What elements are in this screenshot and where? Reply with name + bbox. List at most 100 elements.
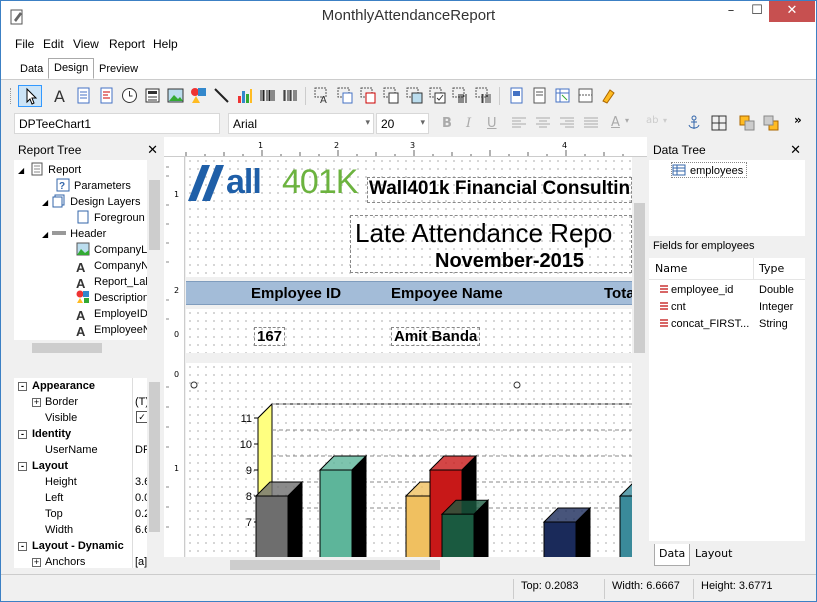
menu-report[interactable]: Report [109, 37, 145, 51]
expand-icon[interactable]: ◢ [42, 230, 48, 239]
tab-data[interactable]: Data [14, 59, 49, 80]
tree-item-parameters[interactable]: ? Parameters [56, 178, 131, 194]
subreport-icon[interactable] [508, 87, 525, 104]
align-center-icon[interactable] [536, 117, 550, 129]
prop-anchors[interactable]: + Anchors [32, 554, 85, 570]
scroll-thumb[interactable] [149, 382, 160, 532]
align-justify-icon[interactable] [584, 117, 598, 129]
font-color-icon[interactable]: A [611, 115, 620, 130]
col-header-employee-name[interactable]: Empoyee Name [391, 285, 503, 302]
chart-tool-icon[interactable] [236, 87, 253, 104]
grid-icon[interactable] [711, 115, 727, 131]
tree-item-description[interactable]: Description [76, 290, 149, 306]
richtext-tool-icon[interactable] [98, 87, 115, 104]
band-barcode2d-icon[interactable] [475, 87, 492, 104]
col-header-employee-id[interactable]: Employee ID [251, 285, 341, 302]
tree-item-companylogo[interactable]: CompanyLo [76, 242, 153, 258]
band-richtext-icon[interactable] [360, 87, 377, 104]
collapse-icon[interactable]: - [18, 430, 27, 439]
company-name-label[interactable]: Wall401k Financial Consultin [367, 177, 632, 203]
chevron-down-icon[interactable]: ▾ [663, 116, 667, 125]
report-title-box[interactable]: Late Attendance Repo November-2015 [350, 215, 632, 273]
prop-vscrollbar[interactable] [147, 378, 162, 568]
component-name-field[interactable]: DPTeeChart1 [14, 113, 220, 134]
col-type-header[interactable]: Type [759, 262, 784, 275]
chevron-down-icon[interactable]: ▾ [625, 116, 629, 125]
expand-icon[interactable]: ◢ [42, 198, 48, 207]
bold-icon[interactable]: B [442, 116, 452, 131]
design-vscrollbar[interactable] [632, 157, 647, 557]
shape-tool-icon[interactable] [190, 87, 207, 104]
image-tool-icon[interactable] [167, 87, 184, 104]
design-surface[interactable]: all 401K Wall401k Financial Consultin La… [186, 157, 632, 557]
column-header-band[interactable]: Employee ID Empoyee Name Tota [186, 281, 632, 305]
clock-tool-icon[interactable] [121, 87, 138, 104]
collapse-icon[interactable]: - [18, 462, 27, 471]
font-size-select[interactable]: 20 ▾ [376, 113, 429, 134]
send-back-icon[interactable] [763, 115, 779, 131]
scroll-thumb[interactable] [32, 343, 102, 353]
field-employee-id[interactable]: employee_id [659, 282, 733, 298]
attendance-chart[interactable]: 11 10 9 8 7 [186, 363, 632, 557]
collapse-icon[interactable]: - [18, 382, 27, 391]
barcode-tool-icon[interactable] [259, 87, 276, 104]
font-name-select[interactable]: Arial ▾ [228, 113, 374, 134]
page-icon[interactable] [531, 87, 548, 104]
prop-category-identity[interactable]: - Identity [18, 426, 71, 442]
minimize-button[interactable]: – [717, 1, 745, 22]
barcode2d-tool-icon[interactable] [282, 87, 299, 104]
band-check-icon[interactable] [429, 87, 446, 104]
tree-vscrollbar[interactable] [147, 160, 162, 340]
tree-item-report-label[interactable]: A Report_Lab [76, 274, 152, 291]
company-logo[interactable]: all 401K [186, 161, 366, 205]
band-barcode-icon[interactable] [452, 87, 469, 104]
scroll-thumb[interactable] [634, 203, 645, 353]
italic-icon[interactable]: I [466, 116, 471, 131]
tree-item-header[interactable]: ◢ Header [42, 226, 106, 242]
tree-hscrollbar[interactable] [14, 340, 162, 356]
col-header-total[interactable]: Tota [604, 285, 632, 302]
data-tree-employees[interactable]: employees [671, 162, 748, 178]
detail-band[interactable]: 167 Amit Banda [186, 309, 632, 353]
more-icon[interactable]: » [794, 113, 802, 127]
scroll-thumb[interactable] [230, 560, 440, 570]
close-button[interactable]: ✕ [769, 1, 815, 22]
employee-id-field[interactable]: 167 [254, 327, 286, 346]
employee-name-field[interactable]: Amit Banda [391, 327, 481, 346]
anchor-icon[interactable] [687, 115, 701, 131]
bring-front-icon[interactable] [739, 115, 755, 131]
menu-view[interactable]: View [73, 37, 99, 51]
prop-category-layout-dynamic[interactable]: - Layout - Dynamic [18, 538, 124, 554]
align-right-icon[interactable] [560, 117, 574, 129]
tab-design[interactable]: Design [48, 58, 95, 79]
prop-category-appearance[interactable]: - Appearance [18, 378, 95, 394]
design-hscrollbar[interactable] [164, 557, 647, 573]
expand-icon[interactable]: + [32, 398, 41, 407]
select-tool-button[interactable] [18, 85, 42, 107]
memo-tool-icon[interactable] [75, 87, 92, 104]
tree-item-employeid[interactable]: A EmployeID [76, 306, 148, 323]
menu-help[interactable]: Help [153, 37, 178, 51]
expand-icon[interactable]: + [32, 558, 41, 567]
band-memo-icon[interactable] [337, 87, 354, 104]
menu-edit[interactable]: Edit [43, 37, 64, 51]
tab-layout-panel[interactable]: Layout [691, 544, 736, 566]
band-image-icon[interactable] [406, 87, 423, 104]
summary-band[interactable]: 11 10 9 8 7 [186, 363, 632, 557]
collapse-icon[interactable]: - [18, 542, 27, 551]
text-tool-icon[interactable]: A [52, 87, 69, 104]
scroll-thumb[interactable] [149, 180, 160, 250]
close-icon[interactable]: ✕ [147, 142, 158, 158]
prop-anchors-value[interactable]: [a] [135, 554, 147, 570]
maximize-button[interactable]: ☐ [743, 1, 771, 22]
menu-file[interactable]: File [15, 37, 34, 51]
band-calc-icon[interactable] [383, 87, 400, 104]
field-concat-first[interactable]: concat_FIRST... [659, 316, 749, 332]
close-icon[interactable]: ✕ [790, 142, 801, 158]
tree-item-design-layers[interactable]: ◢ Design Layers [42, 194, 140, 210]
expand-icon[interactable]: ◢ [18, 166, 24, 175]
tab-data-panel[interactable]: Data [654, 544, 691, 566]
tree-item-foreground[interactable]: Foregroun [76, 210, 145, 226]
crosstab-icon[interactable] [554, 87, 571, 104]
prop-border[interactable]: + Border [32, 394, 78, 410]
